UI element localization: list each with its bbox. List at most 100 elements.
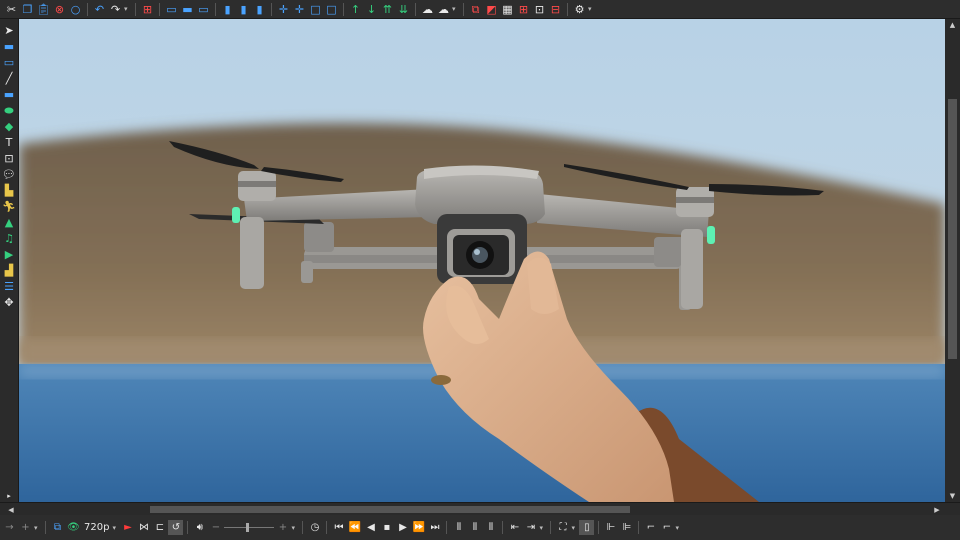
mark-out-icon[interactable]: ⇥	[523, 520, 538, 535]
caption-tool-icon[interactable]: ⊡	[2, 151, 17, 165]
copy-icon[interactable]: ❐	[20, 2, 35, 17]
move-tool-icon[interactable]: ✥	[2, 295, 17, 309]
split-icon[interactable]: ⊏	[152, 520, 167, 535]
frame-back-icon[interactable]: ⫴	[451, 520, 466, 535]
preview-canvas[interactable]	[19, 19, 945, 502]
line-tool-icon[interactable]: ╱	[2, 71, 17, 85]
preview-eye-icon[interactable]: 👁︎	[66, 520, 81, 535]
stop-icon[interactable]: ▪	[379, 520, 394, 535]
move-down-icon[interactable]: ↓	[364, 2, 379, 17]
settings-dropdown-icon[interactable]: ▾	[588, 5, 595, 13]
align-top-icon[interactable]: ▮	[220, 2, 235, 17]
prev-arrow-icon[interactable]: →	[2, 520, 17, 535]
volume-slider[interactable]	[224, 520, 275, 535]
ellipse-tool-icon[interactable]: ⬬	[2, 103, 17, 117]
move-up-icon[interactable]: ↑	[348, 2, 363, 17]
trim-icon[interactable]: ⋈	[136, 520, 151, 535]
add-marker-icon[interactable]: +	[18, 520, 33, 535]
delete-icon[interactable]: ⊗	[52, 2, 67, 17]
redo-icon[interactable]: ↷	[108, 2, 123, 17]
loop-icon[interactable]: ↺	[168, 520, 184, 535]
grid-icon[interactable]: ⧉	[468, 2, 483, 17]
volume-plus-icon[interactable]: +	[275, 520, 290, 535]
frame-forward-icon[interactable]: ⫴	[483, 520, 498, 535]
align-center-icon[interactable]: ▬	[180, 2, 195, 17]
align-right-icon[interactable]: ▭	[196, 2, 211, 17]
select-all-icon[interactable]: ⊞	[140, 2, 155, 17]
align-middle-icon[interactable]: ▮	[236, 2, 251, 17]
actor-tool-icon[interactable]: 🏃︎	[2, 199, 17, 213]
play-icon[interactable]: ▶	[395, 520, 410, 535]
grid-toggle-icon[interactable]: ▦	[500, 2, 515, 17]
undo-icon[interactable]: ↶	[92, 2, 107, 17]
ungroup-icon[interactable]: ☁	[436, 2, 451, 17]
snap-icon[interactable]: ◩	[484, 2, 499, 17]
settings-icon[interactable]: ⚙	[572, 2, 587, 17]
resolution-label[interactable]: 720p	[82, 522, 111, 533]
vertical-scroll-thumb[interactable]	[948, 99, 957, 359]
paste-icon[interactable]: 📋︎	[36, 2, 51, 17]
mark-dropdown-icon[interactable]: ▾	[539, 524, 546, 532]
callout-tool-icon[interactable]: 💬︎	[2, 167, 17, 181]
shape-tool-icon[interactable]: ▬	[2, 87, 17, 101]
group-icon[interactable]: ☁	[420, 2, 435, 17]
zoom-out-timeline-icon[interactable]: ⌐	[643, 520, 658, 535]
volume-icon[interactable]: 🔊︎	[192, 520, 207, 535]
hierarchy-dropdown-icon[interactable]: ▾	[571, 524, 578, 532]
volume-slider-knob[interactable]	[246, 523, 250, 532]
horizontal-scroll-thumb[interactable]	[150, 506, 630, 513]
same-width-icon[interactable]: □	[308, 2, 323, 17]
screen-mode-icon[interactable]: ⧉	[50, 520, 65, 535]
track-align-icon[interactable]: ⊩	[603, 520, 618, 535]
clock-icon[interactable]: ◷	[307, 520, 322, 535]
bring-front-icon[interactable]: ⇈	[380, 2, 395, 17]
frame-icon[interactable]: ⫴	[467, 520, 482, 535]
mark-in-icon[interactable]: ⇤	[507, 520, 522, 535]
step-back-icon[interactable]: ◀	[363, 520, 378, 535]
video-tool-icon[interactable]: ▶	[2, 247, 17, 261]
send-back-icon[interactable]: ⇊	[396, 2, 411, 17]
scissors-icon[interactable]: ✂	[4, 2, 19, 17]
redo-dropdown-icon[interactable]: ▾	[124, 5, 131, 13]
volume-dropdown-icon[interactable]: ▾	[291, 524, 298, 532]
group-dropdown-icon[interactable]: ▾	[452, 5, 459, 13]
equalizer-tool-icon[interactable]: ▟	[2, 263, 17, 277]
marker-dropdown-icon[interactable]: ▾	[34, 524, 41, 532]
rectangle-tool-icon[interactable]: ▬	[2, 39, 17, 53]
align-left-icon[interactable]: ▭	[164, 2, 179, 17]
separator	[446, 521, 448, 534]
horizontal-scrollbar[interactable]: ◀ ▶	[0, 502, 960, 516]
scroll-up-icon[interactable]: ▲	[945, 19, 960, 31]
resize-icon[interactable]: ⊡	[532, 2, 547, 17]
circle-icon[interactable]: ○	[68, 2, 83, 17]
collapse-toolbar-icon[interactable]: ▸	[2, 489, 17, 503]
center-vertical-icon[interactable]: ✛	[292, 2, 307, 17]
rewind-icon[interactable]: ⏪	[347, 520, 362, 535]
fast-forward-icon[interactable]: ⏩	[411, 520, 426, 535]
chart-tool-icon[interactable]: ▙	[2, 183, 17, 197]
volume-minus-icon[interactable]: −	[208, 520, 223, 535]
text-tool-icon[interactable]: T	[2, 135, 17, 149]
animation-tool-icon[interactable]: ☰	[2, 279, 17, 293]
audio-tool-icon[interactable]: ♫	[2, 231, 17, 245]
crop-icon[interactable]: ⊞	[516, 2, 531, 17]
go-start-icon[interactable]: ⏮	[331, 520, 346, 535]
fit-icon[interactable]: ⊟	[548, 2, 563, 17]
record-marker-icon[interactable]: ►	[120, 520, 135, 535]
note-tool-icon[interactable]: ▭	[2, 55, 17, 69]
track-distribute-icon[interactable]: ⊫	[619, 520, 634, 535]
same-height-icon[interactable]: □	[324, 2, 339, 17]
polygon-tool-icon[interactable]: ◆	[2, 119, 17, 133]
scroll-down-icon[interactable]: ▼	[945, 490, 960, 502]
resolution-dropdown-icon[interactable]: ▾	[112, 524, 119, 532]
hierarchy-icon[interactable]: ⛶	[555, 520, 570, 535]
vertical-scrollbar[interactable]: ▲ ▼	[945, 19, 960, 502]
go-end-icon[interactable]: ⏭	[427, 520, 442, 535]
zoom-dropdown-icon[interactable]: ▾	[675, 524, 682, 532]
zoom-in-timeline-icon[interactable]: ⌐	[659, 520, 674, 535]
select-tool-icon[interactable]: ➤	[2, 23, 17, 37]
align-bottom-icon[interactable]: ▮	[252, 2, 267, 17]
snap-toggle-icon[interactable]: ▯	[579, 520, 595, 535]
image-tool-icon[interactable]: ▲	[2, 215, 17, 229]
center-horizontal-icon[interactable]: ✛	[276, 2, 291, 17]
